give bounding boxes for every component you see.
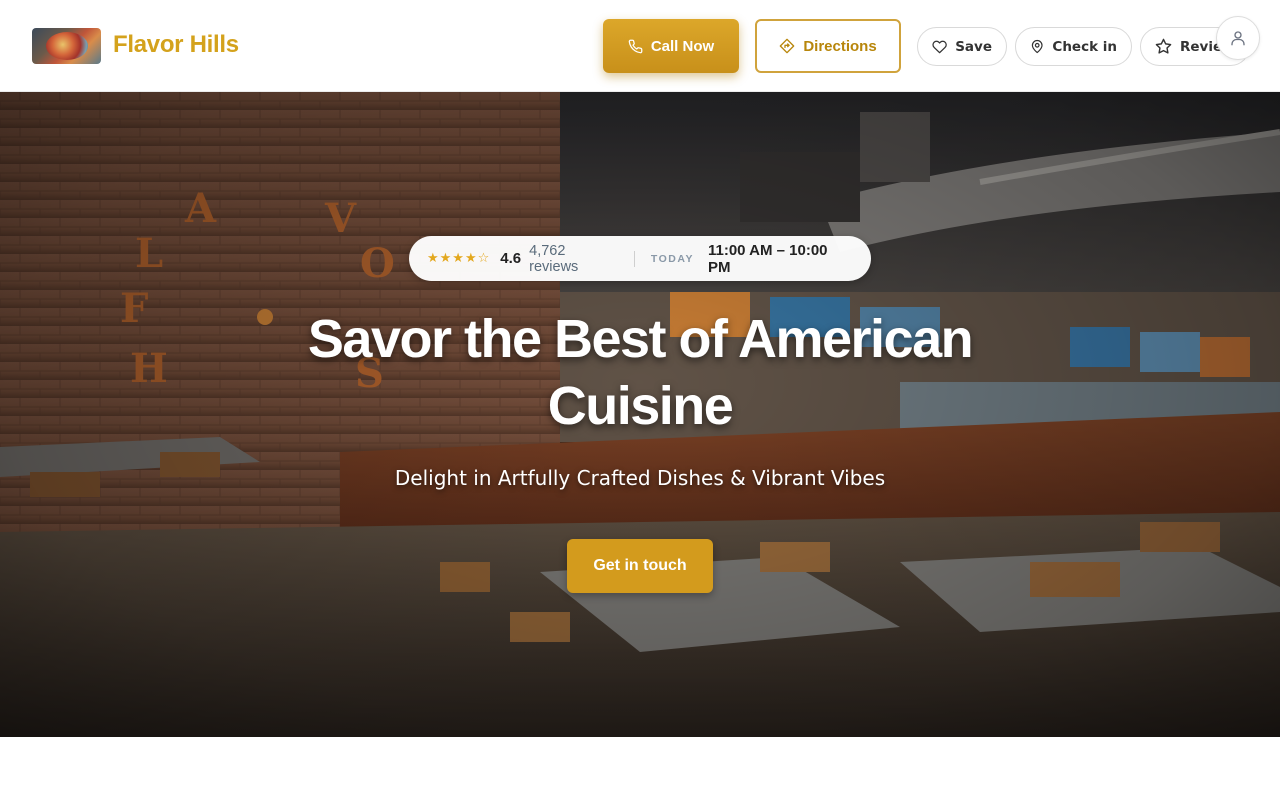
divider: [633, 250, 635, 267]
today-label: TODAY: [650, 252, 694, 265]
star-icon: [1155, 38, 1172, 54]
hero-subtitle: Delight in Artfully Crafted Dishes & Vib…: [394, 466, 886, 490]
site-header: Flavor Hills Call Now Directions Save Ch…: [0, 0, 1280, 92]
save-label: Save: [955, 38, 992, 55]
opening-hours: 11:00 AM – 10:00 PM: [707, 241, 828, 276]
save-button[interactable]: Save: [917, 27, 1007, 66]
directions-label: Directions: [803, 37, 877, 55]
call-now-label: Call Now: [650, 37, 715, 55]
phone-icon: [628, 39, 643, 53]
hero-title: Savor the Best of American Cuisine: [307, 309, 974, 436]
directions-icon: [779, 38, 795, 54]
rating-value: 4.6: [500, 250, 522, 267]
review-count[interactable]: 4,762 reviews: [529, 243, 618, 275]
directions-button[interactable]: Directions: [755, 19, 901, 73]
map-pin-icon: [1031, 39, 1043, 54]
heart-icon: [932, 40, 947, 53]
user-icon: [1231, 31, 1245, 46]
check-in-button[interactable]: Check in: [1015, 27, 1132, 66]
check-in-label: Check in: [1052, 38, 1117, 55]
rating-hours-pill: ★★★★☆ 4.6 4,762 reviews TODAY 11:00 AM –…: [409, 236, 871, 281]
get-in-touch-button[interactable]: Get in touch: [567, 539, 713, 593]
logo-image[interactable]: [32, 28, 101, 64]
account-button[interactable]: [1216, 16, 1260, 60]
rating-stars: ★★★★☆: [427, 251, 491, 266]
hero-section: A L F H V O S ★★★★☆ 4.6 4,762 reviews TO…: [0, 92, 1280, 737]
call-now-button[interactable]: Call Now: [603, 19, 739, 73]
brand-name[interactable]: Flavor Hills: [113, 31, 239, 59]
